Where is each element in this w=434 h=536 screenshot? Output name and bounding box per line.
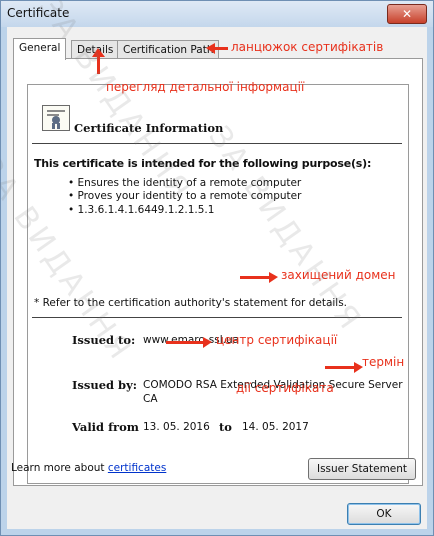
annotation-term: термін: [362, 355, 405, 369]
valid-from-value: 13. 05. 2016: [143, 421, 210, 433]
chain-arrow: [206, 43, 228, 54]
issued-to-label: Issued to:: [72, 333, 136, 347]
ok-button[interactable]: OK: [347, 503, 421, 525]
certificate-icon: [42, 105, 70, 131]
purpose-heading: This certificate is intended for the fol…: [34, 157, 372, 170]
certificate-info-title: Certificate Information: [74, 121, 224, 135]
annotation-ca: центр сертифікації: [216, 333, 338, 347]
header-divider: [32, 143, 402, 144]
issued-by-value-cont: CA: [143, 393, 158, 405]
annotation-domain: захищений домен: [281, 268, 396, 282]
domain-arrow: [240, 272, 278, 283]
details-arrow: [92, 48, 105, 74]
valid-to-label: to: [219, 420, 232, 434]
annotation-details: перегляд детальної інформації: [106, 80, 305, 94]
close-icon[interactable]: ✕: [387, 4, 427, 24]
ca-arrow: [166, 337, 212, 348]
fields-divider: [32, 317, 402, 318]
tab-general[interactable]: General: [13, 38, 67, 60]
purpose-item: • Proves your identity to a remote compu…: [68, 190, 302, 202]
purpose-item: • Ensures the identity of a remote compu…: [68, 177, 302, 189]
learn-more-prefix: Learn more about: [11, 462, 108, 474]
annotation-term-cont: дії сертифіката: [236, 381, 334, 395]
tab-certification-path[interactable]: Certification Path: [117, 40, 220, 59]
purpose-item: • 1.3.6.1.4.1.6449.1.2.1.5.1: [68, 204, 215, 216]
issued-by-label: Issued by:: [72, 378, 138, 392]
term-arrow: [325, 362, 363, 373]
title-bar[interactable]: Certificate ✕: [1, 1, 433, 27]
issuer-statement-button[interactable]: Issuer Statement: [308, 458, 416, 480]
valid-from-label: Valid from: [72, 420, 139, 434]
learn-more-text: Learn more about certificates: [11, 462, 166, 474]
certificate-info-box: Certificate Information This certificate…: [27, 84, 409, 484]
annotation-chain: ланцюжок сертифікатів: [231, 40, 384, 54]
valid-to-value: 14. 05. 2017: [242, 421, 309, 433]
window-title: Certificate: [7, 6, 70, 20]
refer-note: * Refer to the certification authority's…: [34, 297, 348, 309]
certificates-link[interactable]: certificates: [108, 462, 166, 474]
